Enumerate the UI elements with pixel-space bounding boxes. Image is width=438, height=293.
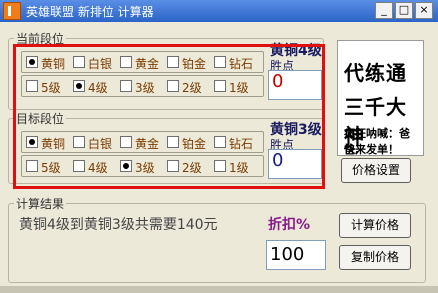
minimize-button[interactable]: _ — [375, 2, 393, 19]
discount-input[interactable]: 100 — [266, 240, 326, 270]
price-settings-button[interactable]: 价格设置 — [341, 158, 411, 183]
bottom-border — [0, 286, 438, 293]
highlight-frame — [13, 44, 325, 189]
copy-price-button[interactable]: 复制价格 — [339, 245, 411, 270]
calculator-window: 英雄联盟 新排位 计算器 _ □ × 当前段位 黄铜 白银 黄金 铂金 钻石 5… — [0, 0, 438, 293]
calculate-price-button[interactable]: 计算价格 — [339, 213, 411, 238]
ad-line-1: 代练通 — [344, 61, 407, 85]
ad-line-4: 快来发单！ — [344, 143, 399, 156]
result-text: 黄铜4级到黄铜3级共需要140元 — [19, 217, 218, 233]
window-title: 英雄联盟 新排位 计算器 — [26, 5, 154, 19]
title-bar: 英雄联盟 新排位 计算器 _ □ × — [0, 0, 438, 22]
discount-label: 折扣% — [268, 217, 311, 233]
maximize-button[interactable]: □ — [395, 2, 413, 19]
result-group-label: 计算结果 — [14, 195, 67, 212]
app-icon — [3, 2, 21, 20]
ad-banner[interactable]: 代练通 三千大神 疯狂呐喊：爸爸, 快来发单！ — [337, 40, 424, 156]
close-button[interactable]: × — [415, 2, 433, 19]
